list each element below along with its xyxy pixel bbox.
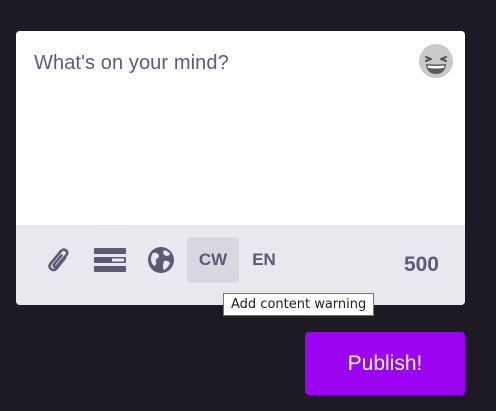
compose-textarea[interactable]: What's on your mind? [16,31,465,225]
language-label: EN [252,250,276,269]
language-button[interactable]: EN [244,242,284,278]
character-counter: 500 [403,253,439,276]
publish-button[interactable]: Publish! [305,332,465,395]
content-warning-tooltip: Add content warning [223,293,375,316]
content-warning-label: CW [198,250,228,269]
content-warning-button[interactable]: CW [187,237,239,283]
compose-form: What's on your mind? CW EN 500 [16,31,465,305]
emoji-picker-button[interactable] [417,42,455,80]
poll-icon [94,248,126,272]
compose-placeholder: What's on your mind? [34,52,229,74]
globe-icon [148,247,174,273]
publish-label: Publish! [347,351,423,375]
grinning-squinting-face-icon [419,44,453,78]
attach-media-button[interactable] [42,242,76,278]
paperclip-icon [48,248,69,272]
visibility-button[interactable] [144,242,178,278]
poll-button[interactable] [92,242,128,278]
